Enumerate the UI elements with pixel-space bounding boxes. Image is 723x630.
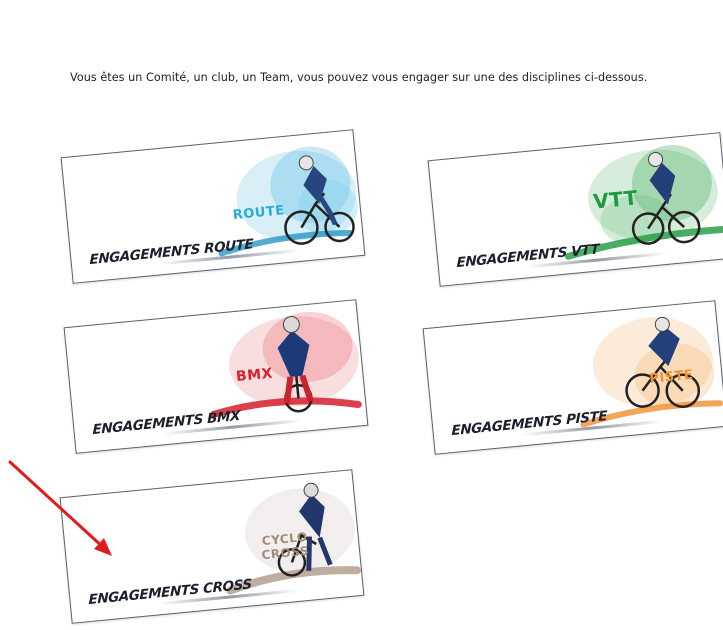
- card-engagements-route[interactable]: ROUTE ENGAGEMENTS ROUTE: [60, 129, 366, 284]
- intro-text: Vous êtes un Comité, un club, un Team, v…: [70, 71, 648, 84]
- card-engagements-piste[interactable]: PISTE ENGAGEMENTS PISTE: [422, 300, 723, 455]
- page: Vous êtes un Comité, un club, un Team, v…: [0, 0, 723, 630]
- card-engagements-bmx[interactable]: BMX ENGAGEMENTS BMX: [63, 299, 369, 454]
- vtt-discipline-word: VTT: [592, 185, 639, 214]
- card-engagements-vtt[interactable]: VTT ENGAGEMENTS VTT: [427, 132, 723, 287]
- card-engagements-cross[interactable]: CYCLO CROSS ENGAGEMENTS CROSS: [59, 469, 365, 624]
